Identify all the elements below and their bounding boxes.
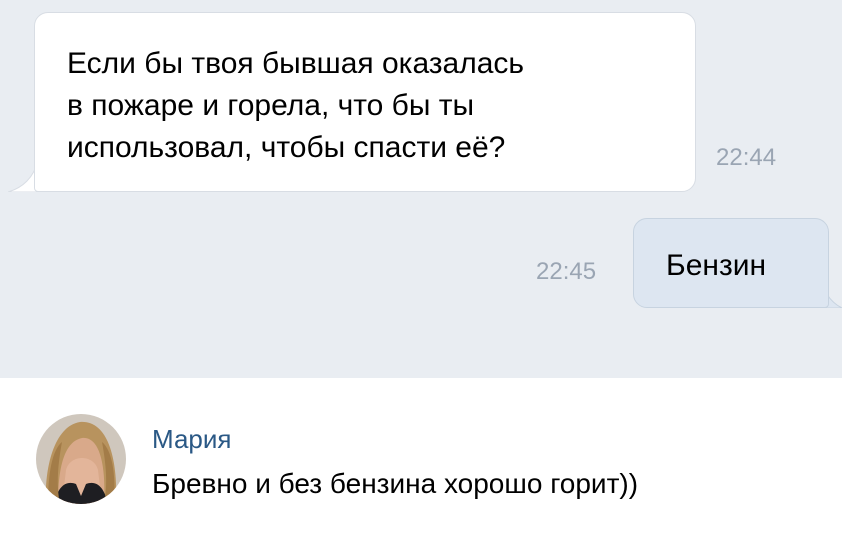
chat-area: Если бы твоя бывшая оказалась в пожаре и… (0, 0, 842, 378)
outgoing-message-text: Бензин (666, 249, 767, 282)
outgoing-message-time: 22:45 (536, 258, 597, 285)
incoming-message-bubble[interactable]: Если бы твоя бывшая оказалась в пожаре и… (34, 12, 696, 192)
comment-section (0, 378, 842, 546)
incoming-message-line-1: Если бы твоя бывшая оказалась (67, 47, 525, 80)
user-avatar[interactable] (36, 414, 126, 504)
incoming-message-time: 22:44 (716, 144, 777, 171)
user-photo-avatar-icon (36, 414, 126, 504)
comment-text: Бревно и без бензина хорошо горит)) (152, 468, 639, 499)
incoming-message-line-3: использовал, чтобы спасти её? (67, 131, 506, 164)
incoming-message-line-2: в пожаре и горела, что бы ты (67, 89, 475, 122)
outgoing-message-bubble[interactable]: Бензин (633, 218, 829, 308)
comment-author-name[interactable]: Мария (152, 424, 231, 455)
